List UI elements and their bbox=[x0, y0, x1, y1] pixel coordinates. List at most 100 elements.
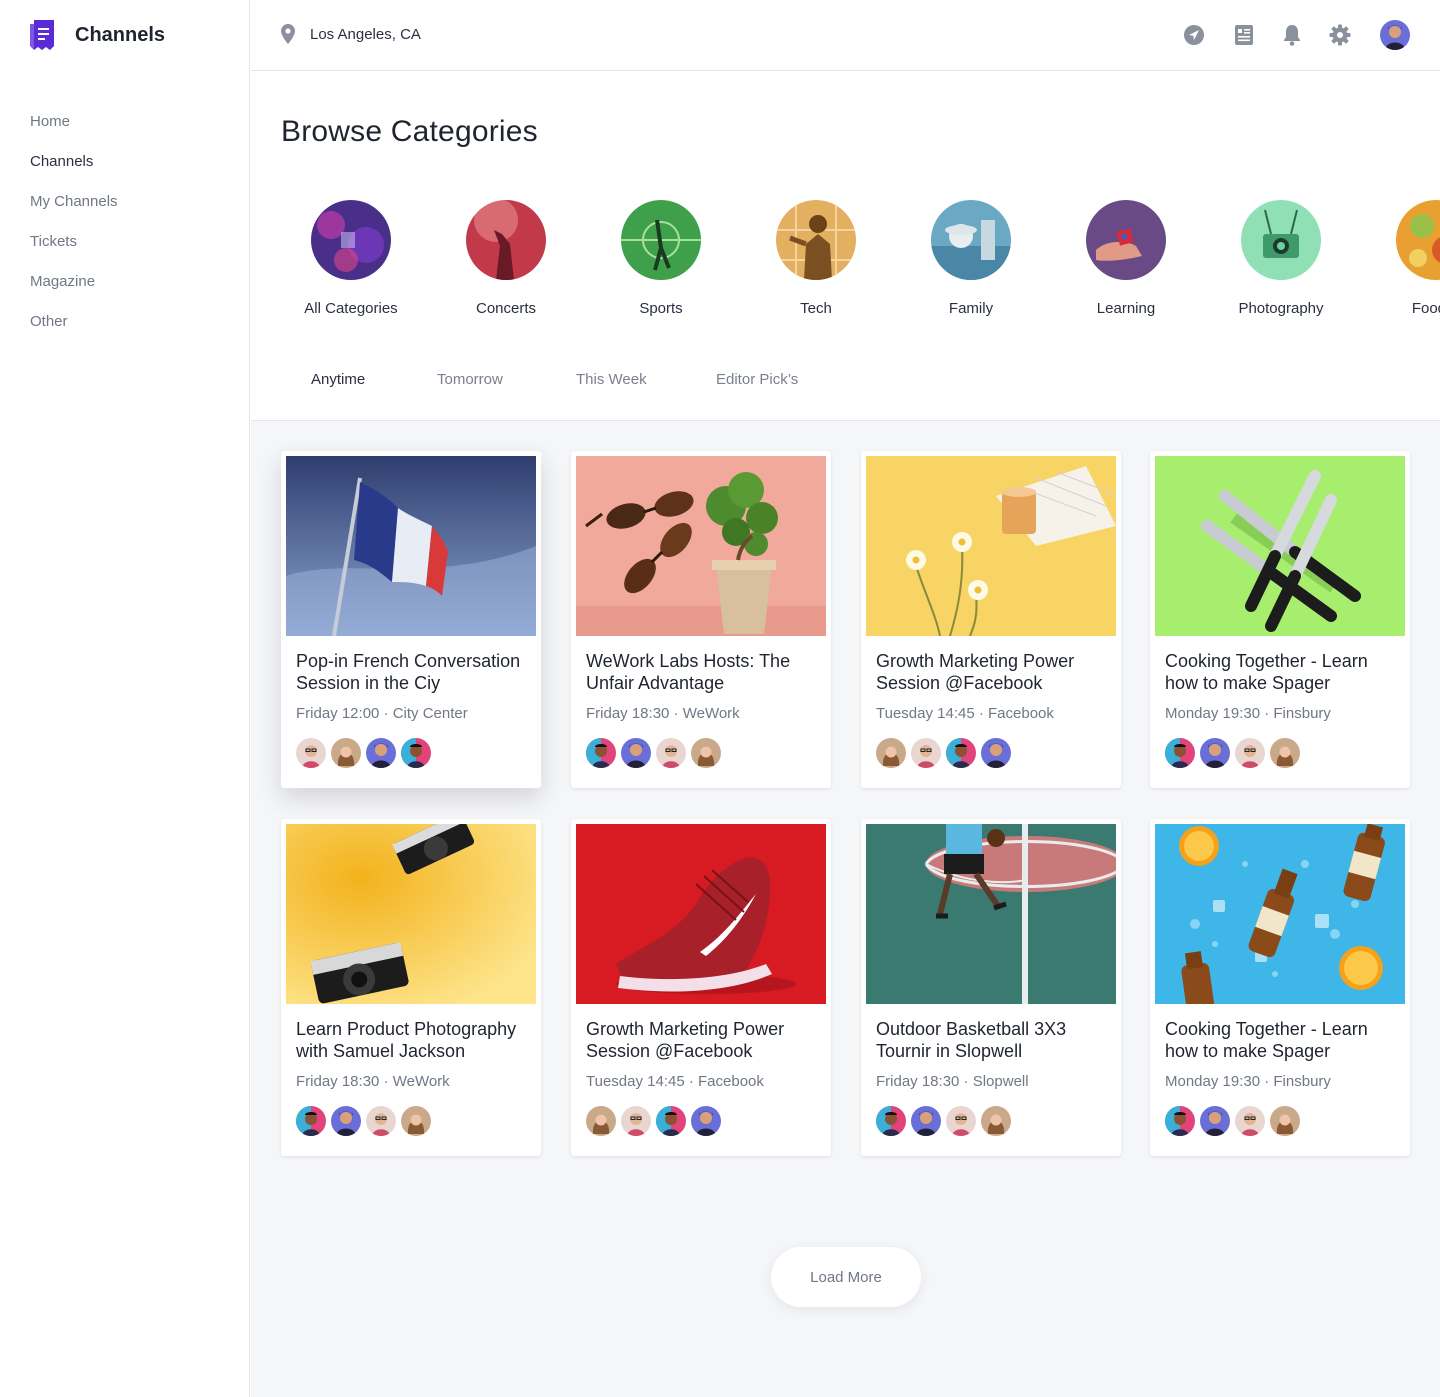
load-more-button[interactable]: Load More bbox=[771, 1247, 921, 1307]
avatar bbox=[981, 738, 1011, 768]
event-title: WeWork Labs Hosts: The Unfair Advantage bbox=[586, 651, 791, 693]
tab-anytime[interactable]: Anytime bbox=[311, 371, 365, 388]
location-pin-icon bbox=[281, 24, 295, 44]
event-image bbox=[866, 824, 1116, 1004]
event-title: Cooking Together - Learn how to make Spa… bbox=[1165, 651, 1368, 693]
navigation-icon[interactable] bbox=[1182, 23, 1206, 47]
category-sports[interactable]: Sports bbox=[596, 200, 726, 317]
category-label: Sports bbox=[639, 300, 683, 317]
browse-section: Browse Categories All Categories Concert… bbox=[251, 71, 1440, 421]
avatar bbox=[366, 738, 396, 768]
user-avatar[interactable] bbox=[1380, 20, 1410, 50]
event-card[interactable]: Learn Product Photography with Samuel Ja… bbox=[281, 819, 541, 1156]
sidebar-item-magazine[interactable]: Magazine bbox=[30, 270, 118, 310]
avatar bbox=[1235, 1106, 1265, 1136]
sidebar-item-my-channels[interactable]: My Channels bbox=[30, 190, 118, 230]
event-card[interactable]: Cooking Together - Learn how to make Spa… bbox=[1150, 451, 1410, 788]
category-family[interactable]: Family bbox=[906, 200, 1036, 317]
tab-editor-picks[interactable]: Editor Pick’s bbox=[716, 371, 798, 388]
sidebar-item-other[interactable]: Other bbox=[30, 310, 118, 350]
category-tech[interactable]: Tech bbox=[751, 200, 881, 317]
avatar bbox=[656, 1106, 686, 1136]
avatar bbox=[911, 1106, 941, 1136]
avatar bbox=[1235, 738, 1265, 768]
newspaper-icon[interactable] bbox=[1232, 23, 1256, 47]
category-image bbox=[311, 200, 391, 280]
event-meta: Tuesday 14:45 · Facebook bbox=[876, 705, 1054, 722]
attendee-avatars bbox=[876, 1106, 1016, 1136]
attendee-avatars bbox=[1165, 738, 1305, 768]
event-title: Growth Marketing Power Session @Facebook bbox=[586, 1019, 785, 1061]
category-food[interactable]: Food & bbox=[1371, 200, 1440, 317]
avatar bbox=[621, 738, 651, 768]
event-image bbox=[576, 456, 826, 636]
avatar bbox=[876, 738, 906, 768]
event-image bbox=[1155, 824, 1405, 1004]
event-meta: Monday 19:30 · Finsbury bbox=[1165, 1073, 1331, 1090]
avatar bbox=[1165, 1106, 1195, 1136]
attendee-avatars bbox=[296, 738, 436, 768]
attendee-avatars bbox=[586, 738, 726, 768]
event-card[interactable]: Growth Marketing Power Session @Facebook… bbox=[861, 451, 1121, 788]
category-label: Photography bbox=[1238, 300, 1324, 317]
event-image bbox=[286, 824, 536, 1004]
sidebar-item-home[interactable]: Home bbox=[30, 110, 118, 150]
avatar bbox=[1200, 738, 1230, 768]
avatar bbox=[1270, 738, 1300, 768]
events-grid: Pop-in French Conversation Session in th… bbox=[251, 421, 1440, 1397]
category-all-categories[interactable]: All Categories bbox=[286, 200, 416, 317]
event-card[interactable]: Pop-in French Conversation Session in th… bbox=[281, 451, 541, 788]
event-image bbox=[576, 824, 826, 1004]
time-filter-tabs: Anytime Tomorrow This Week Editor Pick’s bbox=[281, 361, 1440, 421]
brand[interactable]: Channels bbox=[30, 20, 165, 50]
event-meta: Friday 12:00 · City Center bbox=[296, 705, 468, 722]
event-card[interactable]: Cooking Together - Learn how to make Spa… bbox=[1150, 819, 1410, 1156]
avatar bbox=[1165, 738, 1195, 768]
category-image bbox=[466, 200, 546, 280]
sidebar-nav: Home Channels My Channels Tickets Magazi… bbox=[30, 110, 118, 350]
category-label: Learning bbox=[1096, 300, 1156, 317]
avatar bbox=[1270, 1106, 1300, 1136]
avatar bbox=[1200, 1106, 1230, 1136]
location-selector[interactable]: Los Angeles, CA bbox=[281, 24, 421, 44]
category-label: Concerts bbox=[475, 300, 537, 317]
sidebar-item-tickets[interactable]: Tickets bbox=[30, 230, 118, 270]
avatar bbox=[586, 1106, 616, 1136]
event-image bbox=[286, 456, 536, 636]
gear-icon[interactable] bbox=[1328, 23, 1352, 47]
event-title: Cooking Together - Learn how to make Spa… bbox=[1165, 1019, 1368, 1061]
bell-icon[interactable] bbox=[1280, 23, 1304, 47]
category-concerts[interactable]: Concerts bbox=[441, 200, 571, 317]
event-meta: Friday 18:30 · WeWork bbox=[586, 705, 740, 722]
avatar bbox=[876, 1106, 906, 1136]
category-image bbox=[1396, 200, 1440, 280]
avatar bbox=[401, 1106, 431, 1136]
brand-name: Channels bbox=[75, 23, 166, 46]
avatar bbox=[366, 1106, 396, 1136]
event-card[interactable]: Outdoor Basketball 3X3 Tournir in Slopwe… bbox=[861, 819, 1121, 1156]
category-image bbox=[1086, 200, 1166, 280]
avatar bbox=[401, 738, 431, 768]
attendee-avatars bbox=[876, 738, 1016, 768]
tab-tomorrow[interactable]: Tomorrow bbox=[437, 371, 503, 388]
category-label: All Categories bbox=[304, 300, 398, 317]
sidebar-item-channels[interactable]: Channels bbox=[30, 150, 118, 190]
tab-this-week[interactable]: This Week bbox=[576, 371, 647, 388]
avatar bbox=[911, 738, 941, 768]
event-meta: Friday 18:30 · WeWork bbox=[296, 1073, 450, 1090]
location-label: Los Angeles, CA bbox=[310, 25, 421, 43]
attendee-avatars bbox=[1165, 1106, 1305, 1136]
category-photography[interactable]: Photography bbox=[1216, 200, 1346, 317]
event-card[interactable]: Growth Marketing Power Session @Facebook… bbox=[571, 819, 831, 1156]
category-image bbox=[1241, 200, 1321, 280]
category-label: Family bbox=[948, 300, 994, 317]
event-image bbox=[1155, 456, 1405, 636]
avatar bbox=[981, 1106, 1011, 1136]
event-card[interactable]: WeWork Labs Hosts: The Unfair Advantage … bbox=[571, 451, 831, 788]
avatar bbox=[946, 1106, 976, 1136]
avatar bbox=[656, 738, 686, 768]
event-title: Outdoor Basketball 3X3 Tournir in Slopwe… bbox=[876, 1019, 1067, 1061]
category-learning[interactable]: Learning bbox=[1061, 200, 1191, 317]
event-image bbox=[866, 456, 1116, 636]
avatar bbox=[621, 1106, 651, 1136]
